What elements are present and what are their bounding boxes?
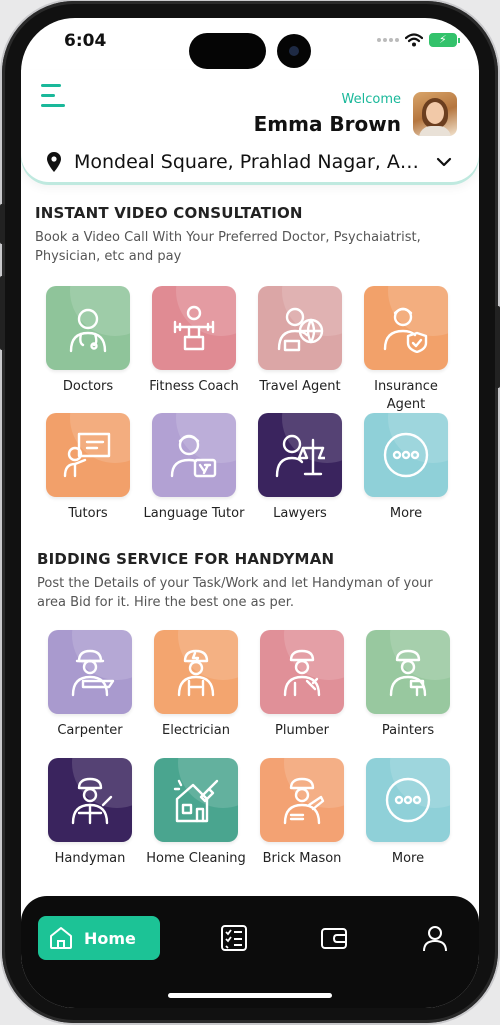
service-tile-image <box>48 630 132 714</box>
carpenter-icon <box>71 649 115 697</box>
service-tile-image <box>258 413 342 497</box>
user-name: Emma Brown <box>253 112 401 136</box>
power-button <box>495 306 500 388</box>
status-indicators: ⚡ <box>377 33 460 47</box>
service-tile-image <box>366 630 450 714</box>
service-tile-image <box>154 630 238 714</box>
service-tile-label: Fitness Coach <box>149 379 239 394</box>
nav-home-label: Home <box>84 928 136 948</box>
service-tile-electrician[interactable]: Electrician <box>143 630 249 740</box>
service-tile-label: Brick Mason <box>262 851 342 866</box>
front-camera <box>277 34 311 68</box>
home-indicator <box>168 993 332 998</box>
wallet-icon[interactable] <box>320 924 348 952</box>
handyman-section: BIDDING SERVICE FOR HANDYMAN Post the De… <box>21 550 479 612</box>
service-tile-doctors[interactable]: Doctors <box>35 286 141 396</box>
app-header: Welcome Emma Brown Mondeal Square, Prahl… <box>21 70 479 182</box>
painter-icon <box>389 649 427 697</box>
service-tile-image <box>48 758 132 842</box>
service-tile-image <box>154 758 238 842</box>
service-tile-label: Tutors <box>68 506 108 521</box>
service-tile-label: Travel Agent <box>259 379 341 394</box>
section-title: BIDDING SERVICE FOR HANDYMAN <box>37 550 335 568</box>
insurance-agent-icon <box>383 307 428 353</box>
location-text: Mondeal Square, Prahlad Nagar, Ahmedabad <box>74 151 429 173</box>
service-tile-image <box>152 413 236 497</box>
welcome-text: Welcome <box>341 92 401 107</box>
service-tile-label: Lawyers <box>273 506 327 521</box>
avatar[interactable] <box>413 92 457 136</box>
service-tile-image <box>364 286 448 370</box>
plumber-icon <box>283 649 321 697</box>
service-tile-image <box>260 630 344 714</box>
service-tile-label: Plumber <box>275 723 329 738</box>
lawyer-icon <box>275 434 325 478</box>
service-tile-label: Insurance Agent <box>374 379 438 412</box>
chevron-down-icon <box>436 157 452 167</box>
service-tile-image <box>46 413 130 497</box>
service-tile-label: Home Cleaning <box>146 851 246 866</box>
service-tile-lawyers[interactable]: Lawyers <box>247 413 353 523</box>
service-tile-more[interactable]: More <box>353 413 459 523</box>
service-tile-image <box>366 758 450 842</box>
service-tile-carpenter[interactable]: Carpenter <box>37 630 143 740</box>
handyman-icon <box>71 777 113 825</box>
more-icon <box>385 777 431 823</box>
hamburger-menu-icon[interactable] <box>41 84 67 110</box>
service-tile-label: Doctors <box>62 379 114 394</box>
profile-icon[interactable] <box>421 924 449 952</box>
service-tile-image <box>46 286 130 370</box>
status-time: 6:04 <box>64 31 107 51</box>
service-tile-more[interactable]: More <box>355 758 461 868</box>
location-pin-icon <box>47 152 61 172</box>
nav-home-button[interactable]: Home <box>38 916 160 960</box>
service-tile-painters[interactable]: Painters <box>355 630 461 740</box>
mute-switch <box>0 204 5 244</box>
service-tile-label: Electrician <box>162 723 230 738</box>
doctor-icon <box>69 308 107 353</box>
signal-icon <box>377 38 399 42</box>
wifi-icon <box>405 33 423 47</box>
service-tile-label: Handyman <box>54 851 126 866</box>
service-tile-insurance-agent[interactable]: Insurance Agent <box>353 286 459 414</box>
service-tile-home-cleaning[interactable]: Home Cleaning <box>143 758 249 868</box>
section-description: Post the Details of your Task/Work and l… <box>37 576 433 610</box>
status-bar: 6:04 ⚡ <box>21 18 479 76</box>
service-tile-image <box>152 286 236 370</box>
video-consultation-section: INSTANT VIDEO CONSULTATION Book a Video … <box>21 204 479 266</box>
location-selector[interactable]: Mondeal Square, Prahlad Nagar, Ahmedabad <box>46 148 456 176</box>
volume-button <box>0 276 5 350</box>
home-cleaning-icon <box>173 779 219 823</box>
task-list-icon[interactable] <box>220 924 248 952</box>
service-tile-image <box>258 286 342 370</box>
tutor-icon <box>63 432 111 478</box>
language-tutor-icon <box>170 434 217 478</box>
service-tile-fitness-coach[interactable]: Fitness Coach <box>141 286 247 396</box>
service-tile-label: Painters <box>381 723 435 738</box>
brick-mason-icon <box>283 777 325 825</box>
bottom-navigation: Home <box>21 896 479 1008</box>
service-tile-travel-agent[interactable]: Travel Agent <box>247 286 353 396</box>
service-tile-label: More <box>391 851 425 866</box>
section-description: Book a Video Call With Your Preferred Do… <box>35 230 421 264</box>
travel-agent-icon <box>277 307 324 352</box>
fitness-coach-icon <box>173 305 215 351</box>
service-tile-label: Carpenter <box>57 723 123 738</box>
service-tile-plumber[interactable]: Plumber <box>249 630 355 740</box>
electrician-icon <box>177 649 215 697</box>
section-title: INSTANT VIDEO CONSULTATION <box>35 204 303 222</box>
home-icon <box>50 927 72 949</box>
service-tile-brick-mason[interactable]: Brick Mason <box>249 758 355 868</box>
service-tile-image <box>260 758 344 842</box>
app-screen: 6:04 ⚡ Welcome Emma Brown Mondeal Square… <box>21 18 479 1008</box>
dynamic-island <box>189 33 266 69</box>
battery-icon: ⚡ <box>429 33 460 47</box>
more-icon <box>383 432 429 478</box>
service-tile-image <box>364 413 448 497</box>
service-tile-label: Language Tutor <box>143 506 245 521</box>
service-tile-language-tutor[interactable]: Language Tutor <box>141 413 247 523</box>
service-tile-label: More <box>389 506 423 521</box>
service-tile-tutors[interactable]: Tutors <box>35 413 141 523</box>
service-tile-handyman[interactable]: Handyman <box>37 758 143 868</box>
